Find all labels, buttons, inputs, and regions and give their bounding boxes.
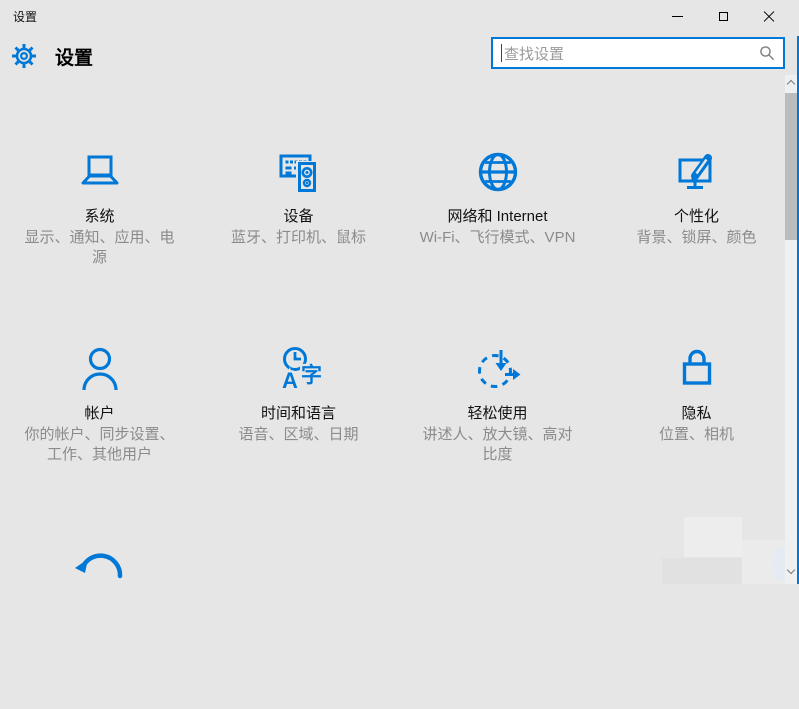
lock-icon [597,345,796,393]
tile-title: 轻松使用 [398,402,597,423]
window-controls [654,0,792,32]
clock-language-icon: 字 A [199,345,398,393]
scrollbar-thumb[interactable] [785,93,797,240]
settings-grid: 系统 显示、通知、应用、电源 设备 蓝牙、 [0,118,797,709]
tile-subtitle: 讲述人、放大镜、高对比度 [419,425,577,465]
devices-icon [199,148,398,196]
window-title: 设置 [13,8,37,25]
svg-text:字: 字 [301,363,322,387]
search-placeholder: 查找设置 [504,43,759,64]
gear-icon [11,43,37,69]
tile-devices[interactable]: 设备 蓝牙、打印机、鼠标 [199,118,398,315]
tile-subtitle: Wi-Fi、飞行模式、VPN [410,228,586,248]
minimize-button[interactable] [654,0,700,32]
close-button[interactable] [746,0,792,32]
tile-accounts[interactable]: 帐户 你的帐户、同步设置、工作、其他用户 [0,315,199,512]
tile-title: 隐私 [597,402,796,423]
tile-subtitle: 蓝牙、打印机、鼠标 [220,228,378,248]
tile-title: 时间和语言 [199,402,398,423]
person-icon [0,345,199,393]
minimize-icon [672,16,683,17]
tile-title: 网络和 Internet [398,205,597,226]
tile-system[interactable]: 系统 显示、通知、应用、电源 [0,118,199,315]
scrollbar[interactable] [785,75,797,584]
ease-of-access-icon [398,345,597,393]
tile-subtitle: 语音、区域、日期 [220,425,378,445]
tile-subtitle: 背景、锁屏、颜色 [618,228,776,248]
tile-time-language[interactable]: 字 A 时间和语言 语音、区域、日期 [199,315,398,512]
tile-personalization[interactable]: 个性化 背景、锁屏、颜色 [597,118,796,315]
tile-subtitle: 位置、相机 [618,425,776,445]
titlebar[interactable]: 设置 [0,0,799,32]
watermark-artifact [662,558,742,584]
maximize-button[interactable] [700,0,746,32]
text-caret [501,44,502,62]
tile-privacy[interactable]: 隐私 位置、相机 [597,315,796,512]
tile-title: 个性化 [597,205,796,226]
scroll-up-icon[interactable] [787,80,795,88]
tile-subtitle: 你的帐户、同步设置、工作、其他用户 [21,425,179,465]
tile-title: 帐户 [0,402,199,423]
maximize-icon [719,12,728,21]
search-icon[interactable] [759,45,775,61]
tile-title: 设备 [199,205,398,226]
laptop-icon [0,148,199,196]
tile-subtitle: 显示、通知、应用、电源 [21,228,179,268]
globe-icon [398,148,597,196]
tile-update-security[interactable] [0,512,199,709]
sync-arrow-icon [0,542,199,590]
svg-text:A: A [282,368,298,393]
settings-window: { "window": { "title": "设置", "controls":… [0,0,799,584]
scroll-down-icon[interactable] [787,566,795,574]
watermark-artifact [684,517,742,557]
close-icon [763,10,775,22]
tile-network[interactable]: 网络和 Internet Wi-Fi、飞行模式、VPN [398,118,597,315]
tile-ease-of-access[interactable]: 轻松使用 讲述人、放大镜、高对比度 [398,315,597,512]
search-input[interactable]: 查找设置 [491,37,785,69]
tile-title: 系统 [0,205,199,226]
personalization-icon [597,148,796,196]
page-title: 设置 [55,43,93,70]
